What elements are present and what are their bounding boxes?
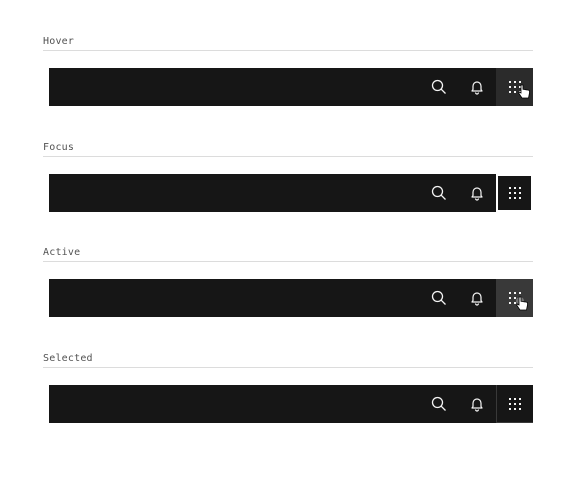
notifications-button[interactable]: [458, 385, 496, 423]
state-label: Focus: [43, 142, 75, 153]
divider: [43, 156, 533, 157]
app-switcher-grid-icon: [508, 398, 521, 410]
search-icon: [431, 290, 446, 305]
search-icon: [431, 185, 446, 200]
torn-edge-decoration: [43, 174, 49, 212]
bell-icon: [471, 81, 483, 95]
search-button[interactable]: [420, 174, 458, 212]
state-label: Hover: [43, 36, 75, 47]
search-icon: [431, 396, 446, 411]
app-switcher-grid-icon: [508, 187, 521, 199]
state-example-focus: Focus: [43, 142, 533, 212]
app-switcher-button[interactable]: [496, 68, 533, 106]
app-switcher-button[interactable]: [496, 385, 533, 423]
ui-shell-header: [43, 279, 533, 317]
bell-icon: [471, 398, 483, 412]
divider: [43, 261, 533, 262]
ui-shell-header: [43, 68, 533, 106]
state-example-active: Active: [43, 247, 533, 317]
divider: [43, 367, 533, 368]
divider: [43, 50, 533, 51]
ui-shell-header: [43, 174, 533, 212]
bell-icon: [471, 187, 483, 201]
state-label: Active: [43, 247, 81, 258]
ui-shell-header: [43, 385, 533, 423]
torn-edge-decoration: [43, 279, 49, 317]
notifications-button[interactable]: [458, 279, 496, 317]
notifications-button[interactable]: [458, 68, 496, 106]
bell-icon: [471, 292, 483, 306]
search-button[interactable]: [420, 68, 458, 106]
torn-edge-decoration: [43, 68, 49, 106]
search-button[interactable]: [420, 279, 458, 317]
app-switcher-button[interactable]: [496, 279, 533, 317]
hand-pointer-cursor-icon: [518, 84, 530, 99]
search-icon: [431, 79, 446, 94]
notifications-button[interactable]: [458, 174, 496, 212]
state-example-selected: Selected: [43, 353, 533, 423]
torn-edge-decoration: [43, 385, 49, 423]
hand-pointer-cursor-icon: [516, 296, 528, 311]
state-label: Selected: [43, 353, 93, 364]
state-example-hover: Hover: [43, 36, 533, 106]
app-switcher-button[interactable]: [496, 174, 533, 212]
search-button[interactable]: [420, 385, 458, 423]
